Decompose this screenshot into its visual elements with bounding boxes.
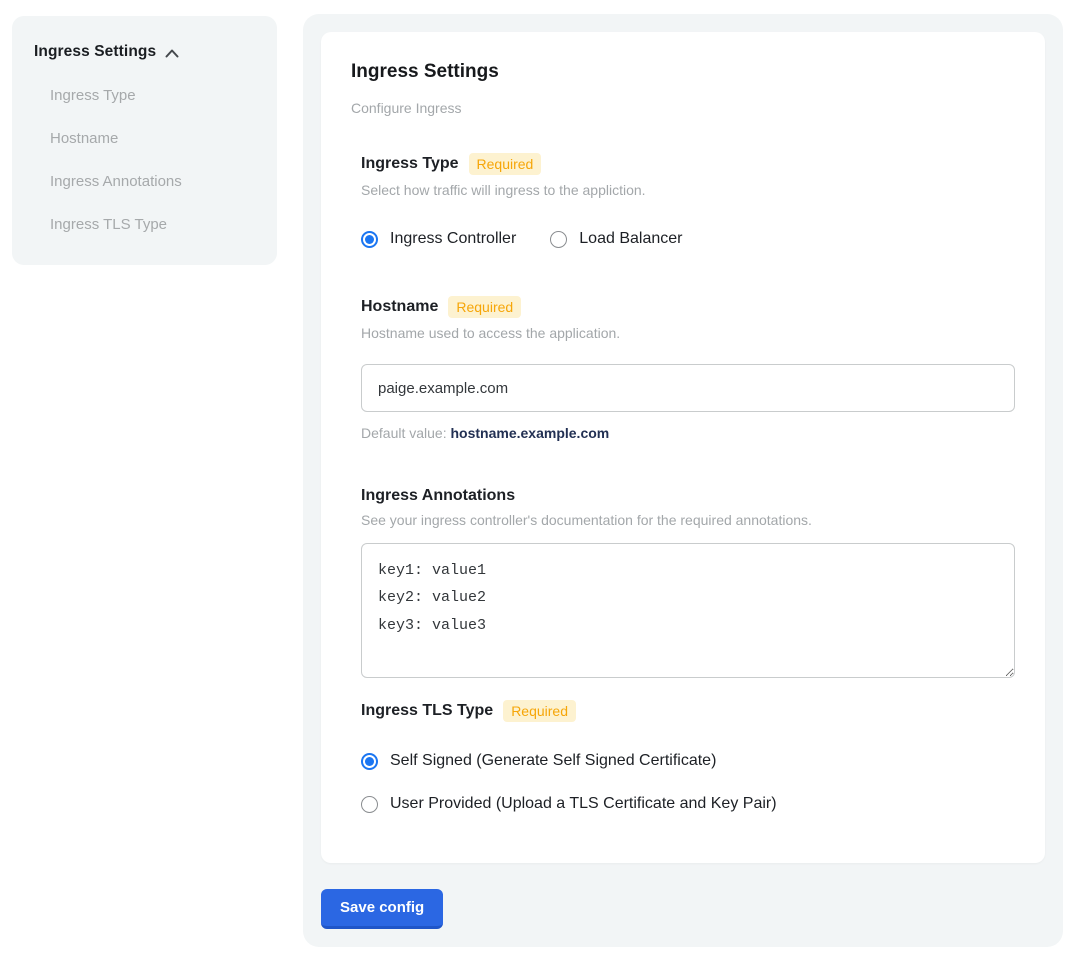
save-row: Save config: [321, 889, 1045, 929]
radio-ingress-controller[interactable]: Ingress Controller: [361, 230, 516, 248]
radio-label: Self Signed (Generate Self Signed Certif…: [390, 752, 716, 770]
ingress-tls-type-label: Ingress TLS Type: [361, 702, 493, 720]
sidebar-item-ingress-tls-type[interactable]: Ingress TLS Type: [50, 216, 255, 233]
radio-button-icon[interactable]: [550, 231, 567, 248]
default-value-text: hostname.example.com: [451, 425, 610, 441]
hostname-default-line: Default value: hostname.example.com: [361, 425, 1015, 441]
default-value-prefix: Default value:: [361, 425, 451, 441]
ingress-type-description: Select how traffic will ingress to the a…: [361, 182, 1015, 198]
radio-self-signed[interactable]: Self Signed (Generate Self Signed Certif…: [361, 752, 1015, 770]
hostname-label: Hostname: [361, 298, 438, 316]
hostname-input[interactable]: [361, 364, 1015, 412]
ingress-type-radio-group: Ingress Controller Load Balancer: [361, 230, 1015, 248]
hostname-section: Hostname Required Hostname used to acces…: [361, 296, 1015, 441]
required-badge: Required: [469, 153, 542, 175]
hostname-description: Hostname used to access the application.: [361, 325, 1015, 341]
radio-label: Ingress Controller: [390, 230, 516, 248]
page-title: Ingress Settings: [351, 61, 1015, 83]
radio-label: User Provided (Upload a TLS Certificate …: [390, 795, 777, 813]
required-badge: Required: [448, 296, 521, 318]
sidebar-section-title: Ingress Settings: [34, 43, 156, 61]
radio-label: Load Balancer: [579, 230, 682, 248]
radio-button-icon[interactable]: [361, 796, 378, 813]
ingress-tls-type-radio-group: Self Signed (Generate Self Signed Certif…: [361, 752, 1015, 813]
sidebar-section-header[interactable]: Ingress Settings: [34, 43, 255, 61]
radio-button-icon[interactable]: [361, 231, 378, 248]
ingress-annotations-description: See your ingress controller's documentat…: [361, 512, 1015, 528]
chevron-up-icon: [165, 49, 179, 58]
save-config-button[interactable]: Save config: [321, 889, 443, 929]
radio-load-balancer[interactable]: Load Balancer: [550, 230, 682, 248]
sidebar-item-hostname[interactable]: Hostname: [50, 130, 255, 147]
sidebar-item-ingress-annotations[interactable]: Ingress Annotations: [50, 173, 255, 190]
ingress-tls-type-section: Ingress TLS Type Required Self Signed (G…: [361, 700, 1015, 813]
ingress-annotations-textarea[interactable]: key1: value1 key2: value2 key3: value3: [361, 543, 1015, 678]
ingress-settings-panel: Ingress Settings Configure Ingress Ingre…: [303, 14, 1063, 947]
ingress-type-label: Ingress Type: [361, 155, 459, 173]
required-badge: Required: [503, 700, 576, 722]
ingress-annotations-label: Ingress Annotations: [361, 487, 515, 505]
ingress-annotations-section: Ingress Annotations See your ingress con…: [361, 487, 1015, 678]
sidebar-nav: Ingress Type Hostname Ingress Annotation…: [50, 87, 255, 233]
ingress-type-section: Ingress Type Required Select how traffic…: [361, 153, 1015, 248]
page-subtitle: Configure Ingress: [351, 100, 1015, 116]
ingress-settings-sidebar: Ingress Settings Ingress Type Hostname I…: [12, 16, 277, 265]
sidebar-item-ingress-type[interactable]: Ingress Type: [50, 87, 255, 104]
ingress-settings-card: Ingress Settings Configure Ingress Ingre…: [321, 32, 1045, 863]
radio-button-icon[interactable]: [361, 753, 378, 770]
radio-user-provided[interactable]: User Provided (Upload a TLS Certificate …: [361, 795, 1015, 813]
